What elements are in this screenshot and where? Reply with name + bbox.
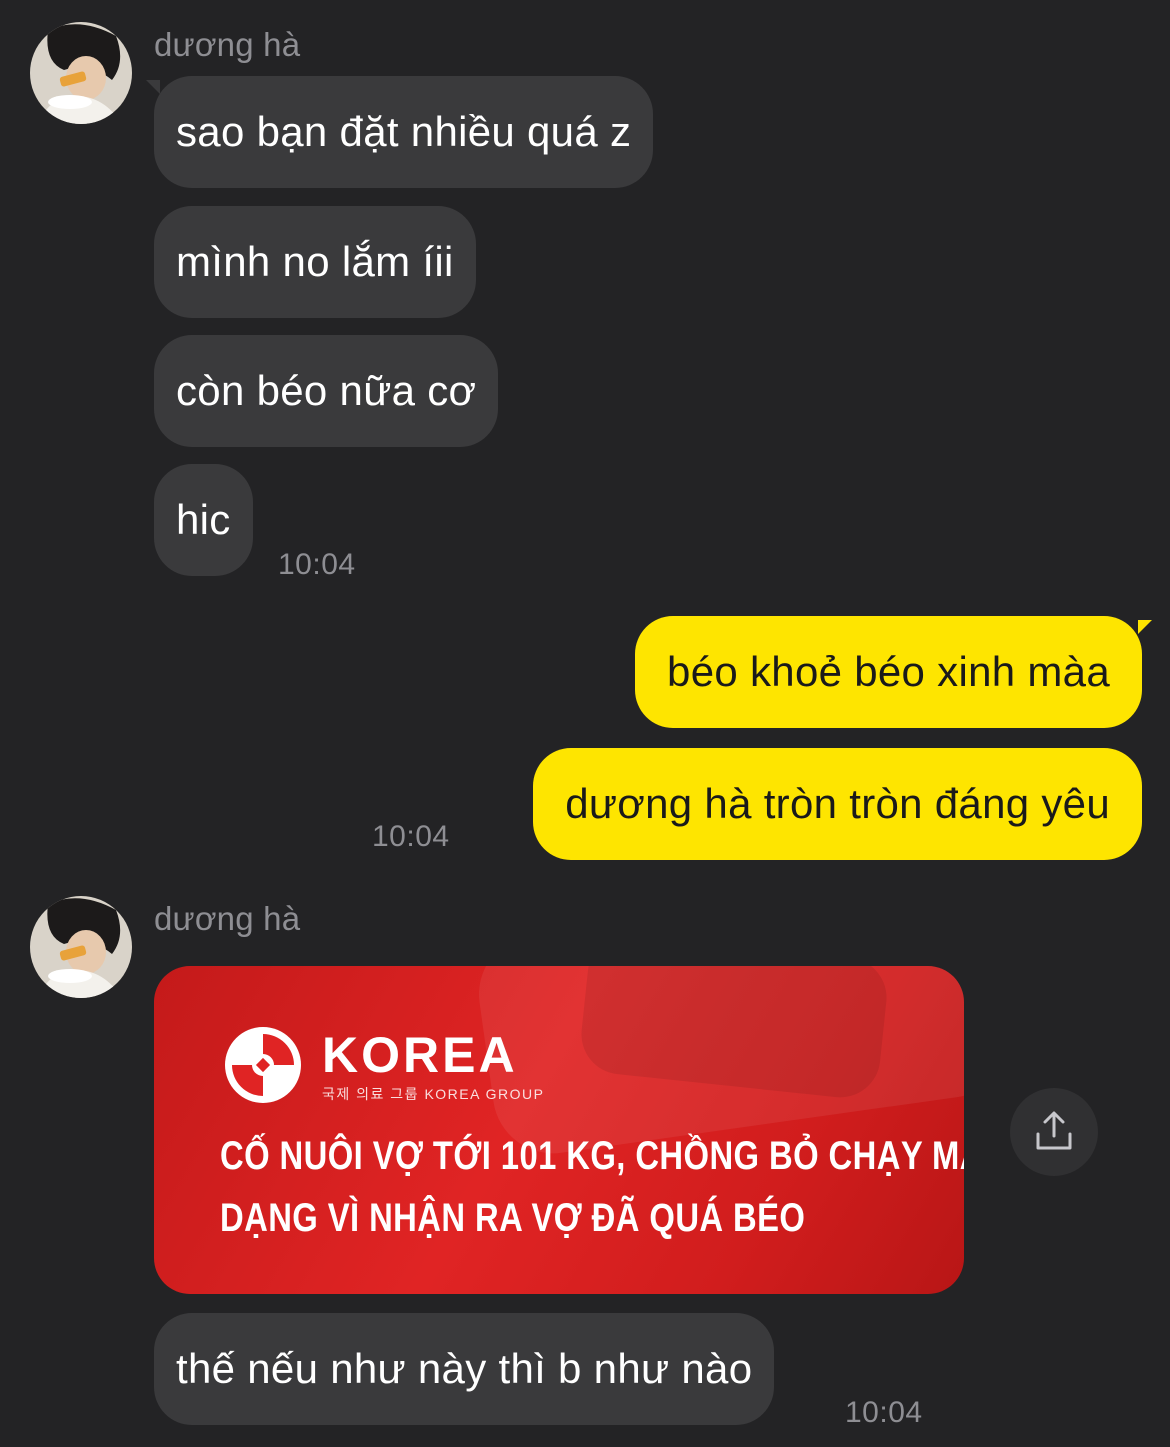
headline-line-2: DẠNG VÌ NHẬN RA VỢ ĐÃ QUÁ BÉO	[220, 1196, 806, 1240]
sender-name: dương hà	[154, 26, 301, 63]
message-bubble[interactable]: béo khoẻ béo xinh màa	[635, 616, 1142, 728]
avatar[interactable]	[30, 22, 132, 124]
message-timestamp: 10:04	[845, 1396, 923, 1429]
image-message[interactable]: KOREA 국제 의료 그룹 KOREA GROUP CỐ NUÔI VỢ TỚ…	[154, 966, 964, 1294]
message-bubble[interactable]: mình no lắm íii	[154, 206, 476, 318]
message-bubble[interactable]: còn béo nữa cơ	[154, 335, 499, 447]
brand-name: KOREA	[322, 1027, 518, 1083]
avatar[interactable]	[30, 896, 132, 998]
bubble-tail	[146, 80, 160, 94]
korea-logo-icon	[225, 1027, 301, 1103]
message-bubble[interactable]: sao bạn đặt nhiều quá z	[154, 76, 654, 188]
message-timestamp: 10:04	[372, 820, 450, 853]
share-icon	[1036, 1111, 1072, 1150]
headline-line-1: CỐ NUÔI VỢ TỚI 101 KG, CHỒNG BỎ CHẠY MẤT	[220, 1134, 964, 1178]
message-timestamp: 10:04	[278, 548, 356, 581]
bubble-tail	[1138, 620, 1152, 634]
message-bubble[interactable]: dương hà tròn tròn đáng yêu	[533, 748, 1142, 860]
message-bubble[interactable]: thế nếu như này thì b như nào	[154, 1313, 775, 1425]
sender-name: dương hà	[154, 900, 301, 937]
message-bubble[interactable]: hic	[154, 464, 253, 576]
brand-subtitle: 국제 의료 그룹 KOREA GROUP	[322, 1086, 545, 1102]
share-button[interactable]	[1010, 1088, 1098, 1176]
